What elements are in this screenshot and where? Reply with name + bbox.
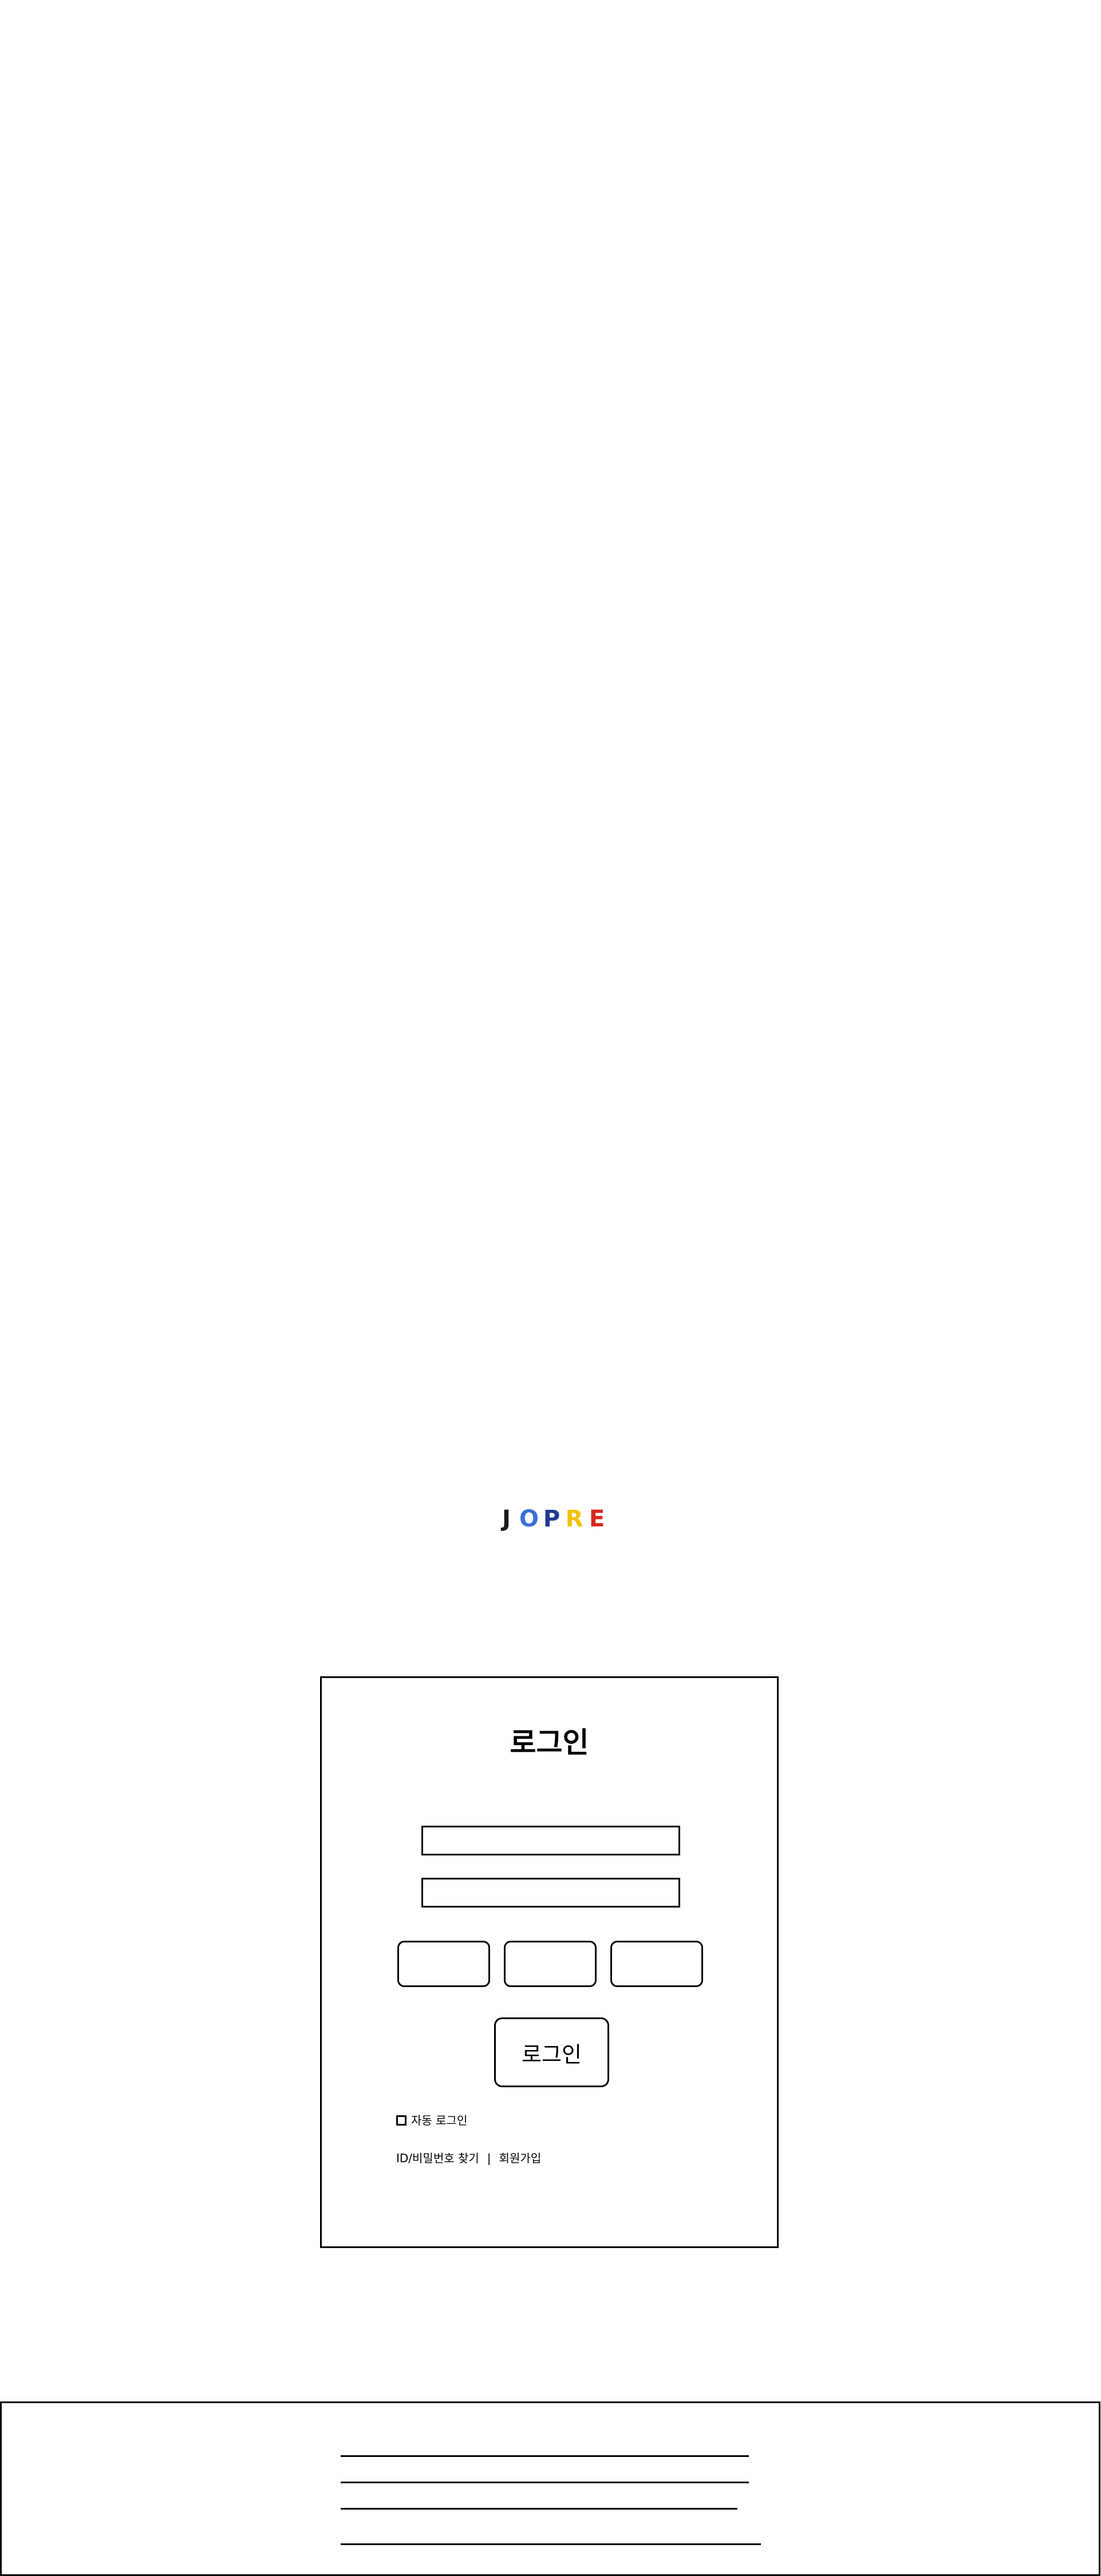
auto-login-checkbox[interactable] <box>396 2115 407 2126</box>
signup-link[interactable]: 회원가입 <box>499 2151 542 2166</box>
social-login-button-2[interactable] <box>504 1941 597 1987</box>
footer-text-placeholder-line <box>341 2543 761 2545</box>
login-card: 로그인 로그인 자동 로그인 ID/비밀번호 찾기 | 회원가입 <box>320 1676 779 2248</box>
id-input[interactable] <box>421 1826 680 1855</box>
footer <box>0 2401 1100 2576</box>
logo-letter-e: E <box>589 1506 605 1532</box>
find-account-link[interactable]: ID/비밀번호 찾기 <box>396 2151 479 2166</box>
footer-text-placeholder-line <box>341 2508 737 2510</box>
site-logo[interactable]: J O P R E <box>496 1505 607 1533</box>
social-login-button-3[interactable] <box>610 1941 703 1987</box>
auto-login-option[interactable]: 자동 로그인 <box>396 2113 467 2128</box>
footer-text-placeholder-line <box>341 2455 749 2457</box>
footer-text-placeholder-line <box>341 2482 749 2483</box>
logo-letter-o: O <box>519 1506 539 1532</box>
auto-login-label: 자동 로그인 <box>411 2114 468 2127</box>
logo-letter-r: R <box>565 1506 583 1532</box>
login-submit-button[interactable]: 로그인 <box>494 2017 609 2087</box>
link-separator: | <box>487 2151 491 2165</box>
password-input[interactable] <box>421 1878 680 1908</box>
login-title: 로그인 <box>510 1726 589 1759</box>
logo-letter-j: J <box>502 1506 511 1532</box>
account-links: ID/비밀번호 찾기 | 회원가입 <box>396 2151 541 2166</box>
social-login-button-1[interactable] <box>397 1941 490 1987</box>
logo-letter-p: P <box>543 1506 561 1532</box>
